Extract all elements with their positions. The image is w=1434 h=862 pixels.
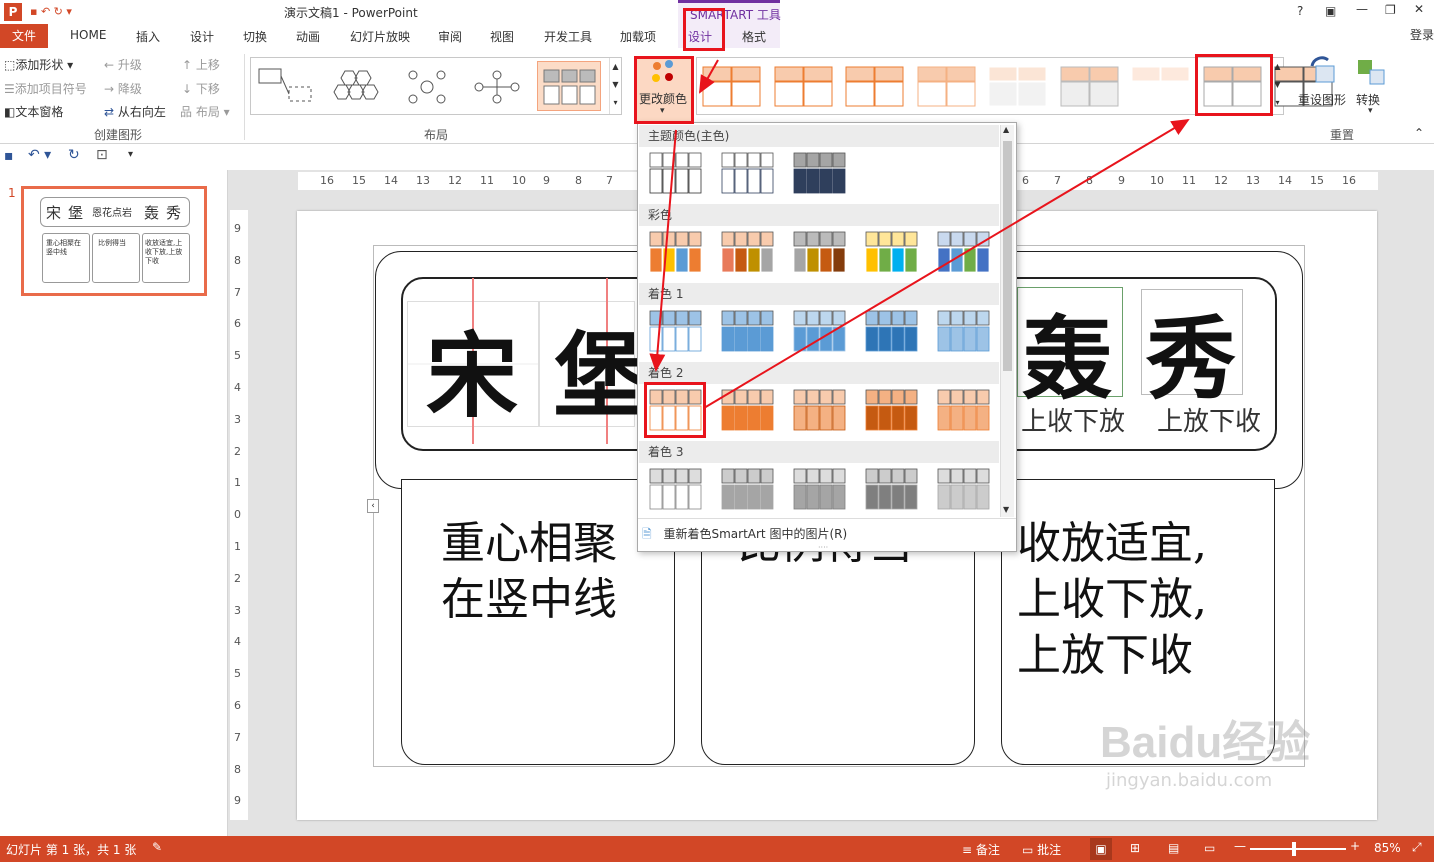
zoom-slider[interactable] bbox=[1250, 842, 1346, 856]
fit-slide-icon[interactable]: ⤢ bbox=[1412, 840, 1422, 855]
zoom-level[interactable]: 85% bbox=[1374, 841, 1401, 855]
slide-info: 幻灯片 第 1 张，共 1 张 bbox=[6, 843, 137, 857]
slideshow-icon[interactable]: ▭ bbox=[1204, 841, 1215, 855]
zoom-in-icon[interactable]: + bbox=[1350, 839, 1360, 853]
watermark-url: jingyan.baidu.com bbox=[1106, 770, 1273, 791]
notes-button[interactable]: ≡ 备注 bbox=[962, 841, 1000, 858]
baidu-watermark: Baidu经验 jingyan.baidu.com bbox=[1100, 706, 1310, 791]
comments-button[interactable]: ▭ 批注 bbox=[1022, 841, 1061, 858]
status-bar: 幻灯片 第 1 张，共 1 张 ✎ ≡ 备注 ▭ 批注 ▣ ⊞ ▤ ▭ — + … bbox=[0, 836, 1434, 862]
watermark-logo: Baidu经验 bbox=[1100, 718, 1311, 767]
zoom-out-icon[interactable]: — bbox=[1234, 839, 1246, 853]
zoom-thumb[interactable] bbox=[1292, 842, 1296, 856]
normal-view-icon[interactable]: ▣ bbox=[1090, 838, 1112, 860]
reading-view-icon[interactable]: ▤ bbox=[1168, 841, 1179, 855]
spellcheck-icon[interactable]: ✎ bbox=[152, 840, 162, 854]
slide-sorter-icon[interactable]: ⊞ bbox=[1130, 841, 1140, 855]
